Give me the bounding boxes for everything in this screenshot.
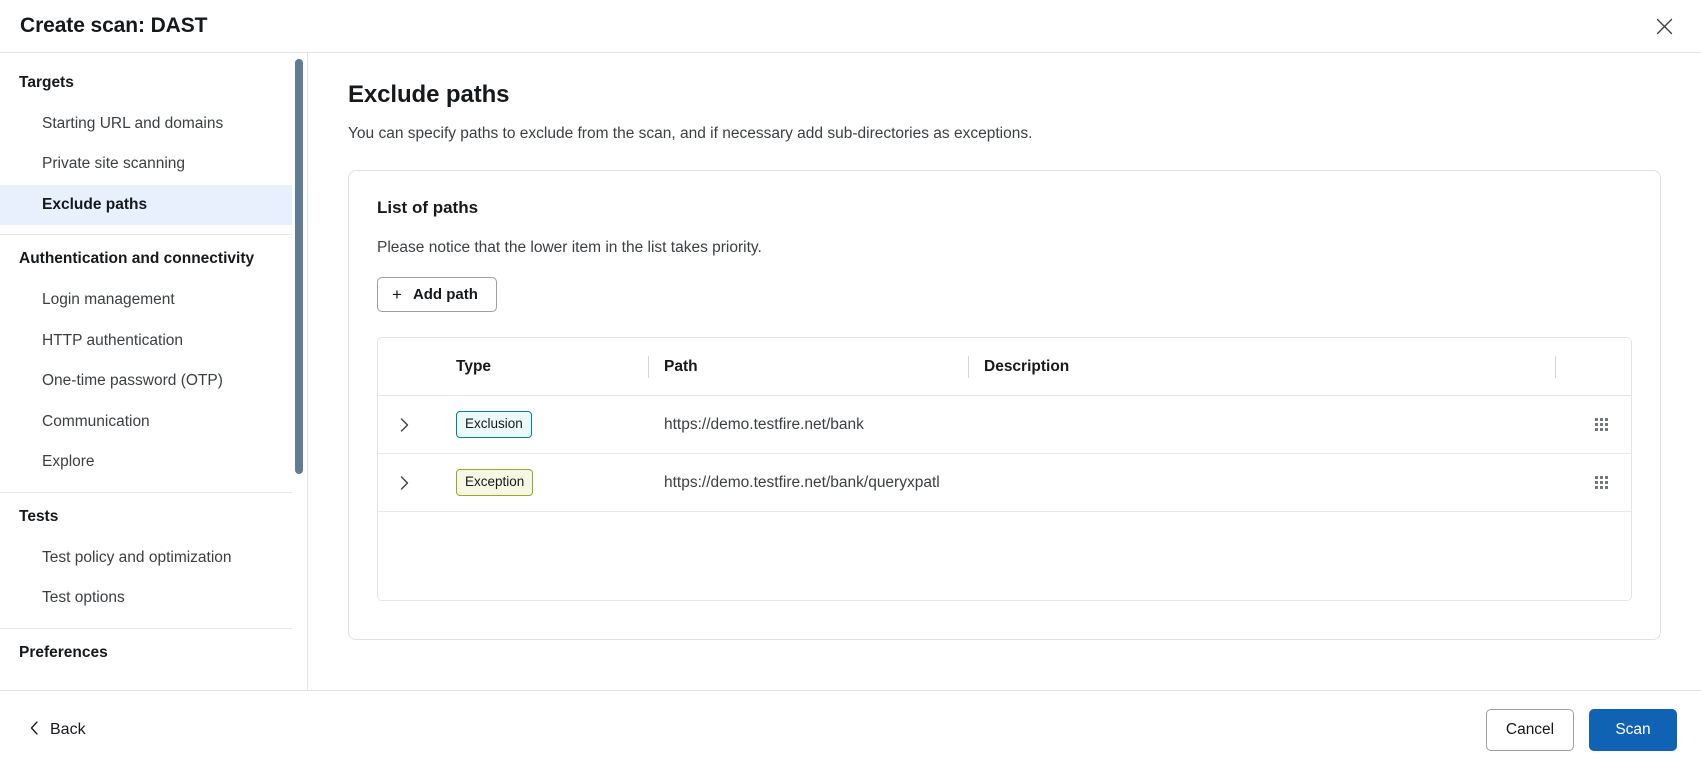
sidebar-scrollbar-thumb[interactable]: [295, 59, 303, 474]
row-description-cell: [984, 396, 1571, 453]
cancel-button[interactable]: Cancel: [1486, 709, 1574, 751]
sidebar-group-authentication-and-connectivity: Authentication and connectivity Login ma…: [0, 239, 292, 483]
table-header-type: Type: [456, 338, 664, 395]
dialog-titlebar: Create scan: DAST: [0, 0, 1701, 53]
status-badge: Exclusion: [456, 411, 532, 438]
row-type-cell: Exception: [456, 454, 664, 511]
table-header-expand: [378, 338, 456, 395]
dialog-footer: Back Cancel Scan: [0, 690, 1701, 769]
drag-handle-icon[interactable]: [1595, 476, 1608, 489]
sidebar-group-title-preferences: Preferences: [0, 633, 292, 674]
drag-handle-icon[interactable]: [1595, 418, 1608, 431]
sidebar-item-one-time-password[interactable]: One-time password (OTP): [0, 361, 292, 402]
add-path-button[interactable]: + Add path: [377, 277, 497, 312]
row-expand-cell: [378, 396, 456, 453]
dialog-body: Targets Starting URL and domains Private…: [0, 53, 1701, 690]
main-content: Exclude paths You can specify paths to e…: [308, 53, 1701, 690]
paths-table: Type Path Description: [377, 337, 1632, 601]
card-title: List of paths: [377, 198, 1632, 218]
close-icon: [1656, 18, 1673, 35]
sidebar-divider-1: [0, 234, 292, 235]
sidebar-group-targets: Targets Starting URL and domains Private…: [0, 63, 292, 225]
create-scan-dialog: Create scan: DAST Targets Starting URL a…: [0, 0, 1701, 769]
row-path-cell: https://demo.testfire.net/bank: [664, 396, 984, 453]
table-header-handle: [1571, 338, 1631, 395]
row-description-cell: [984, 454, 1571, 511]
settings-sidebar: Targets Starting URL and domains Private…: [0, 53, 308, 690]
row-path-cell: https://demo.testfire.net/bank/queryxpat…: [664, 454, 984, 511]
list-of-paths-card: List of paths Please notice that the low…: [348, 170, 1661, 640]
table-row[interactable]: Exclusion https://demo.testfire.net/bank: [378, 396, 1631, 454]
scan-button[interactable]: Scan: [1589, 709, 1677, 751]
card-note: Please notice that the lower item in the…: [377, 239, 1632, 257]
sidebar-scrollbar[interactable]: [295, 53, 303, 690]
sidebar-item-starting-url-and-domains[interactable]: Starting URL and domains: [0, 104, 292, 145]
close-button[interactable]: [1649, 11, 1679, 41]
dialog-title: Create scan: DAST: [20, 14, 1649, 38]
chevron-right-icon[interactable]: [378, 418, 409, 432]
page-title: Exclude paths: [348, 81, 1661, 109]
add-path-label: Add path: [413, 286, 478, 303]
sidebar-divider-2: [0, 492, 292, 493]
row-handle-cell: [1571, 454, 1631, 511]
chevron-right-icon[interactable]: [378, 476, 409, 490]
sidebar-group-tests: Tests Test policy and optimization Test …: [0, 497, 292, 619]
row-expand-cell: [378, 454, 456, 511]
sidebar-item-explore[interactable]: Explore: [0, 442, 292, 483]
sidebar-item-private-site-scanning[interactable]: Private site scanning: [0, 144, 292, 185]
row-type-cell: Exclusion: [456, 396, 664, 453]
sidebar-item-test-policy-and-optimization[interactable]: Test policy and optimization: [0, 538, 292, 579]
row-handle-cell: [1571, 396, 1631, 453]
sidebar-group-preferences: Preferences: [0, 633, 292, 674]
sidebar-scroll-area: Targets Starting URL and domains Private…: [0, 63, 308, 690]
sidebar-item-exclude-paths[interactable]: Exclude paths: [0, 185, 292, 226]
sidebar-group-title-tests: Tests: [0, 497, 292, 538]
table-header-description: Description: [984, 338, 1571, 395]
sidebar-group-title-authentication: Authentication and connectivity: [0, 239, 292, 280]
sidebar-group-title-targets: Targets: [0, 63, 292, 104]
table-header-row: Type Path Description: [378, 338, 1631, 396]
sidebar-item-test-options[interactable]: Test options: [0, 578, 292, 619]
back-button[interactable]: Back: [24, 713, 96, 748]
table-empty-area: [378, 512, 1631, 600]
page-description: You can specify paths to exclude from th…: [348, 125, 1661, 143]
sidebar-item-http-authentication[interactable]: HTTP authentication: [0, 321, 292, 362]
sidebar-item-login-management[interactable]: Login management: [0, 280, 292, 321]
status-badge: Exception: [456, 469, 533, 496]
sidebar-item-communication[interactable]: Communication: [0, 402, 292, 443]
back-button-label: Back: [50, 721, 86, 739]
plus-icon: +: [392, 286, 402, 303]
chevron-left-icon: [30, 721, 39, 740]
table-header-path: Path: [664, 338, 984, 395]
table-row[interactable]: Exception https://demo.testfire.net/bank…: [378, 454, 1631, 512]
sidebar-divider-3: [0, 628, 292, 629]
